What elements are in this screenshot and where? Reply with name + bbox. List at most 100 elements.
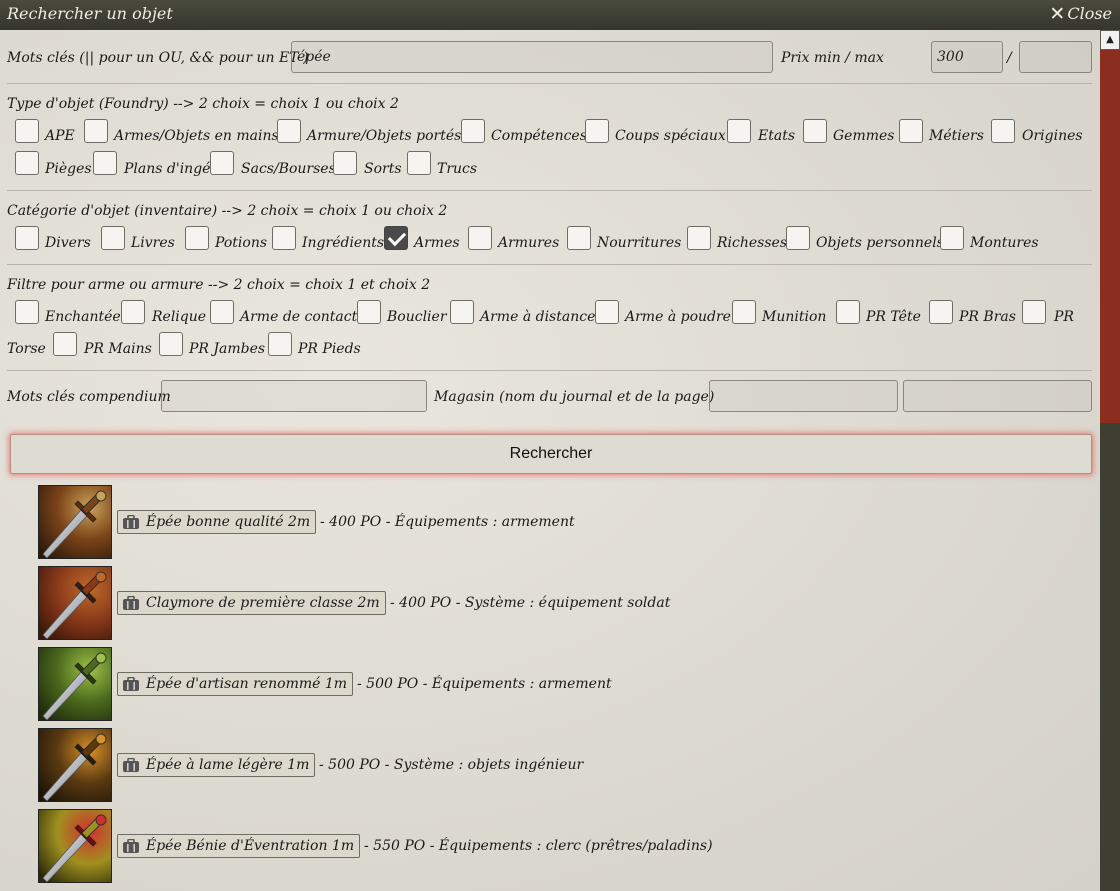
item-details: - 400 PO - Équipements : armement	[320, 514, 575, 530]
item-link[interactable]: Épée Bénie d'Éventration 1m	[117, 834, 361, 858]
type-option-label: Etats	[758, 128, 796, 144]
filter-checkbox-relique[interactable]	[121, 300, 145, 324]
filter-checkbox-arme-distance[interactable]	[450, 300, 474, 324]
item-name[interactable]: Épée bonne qualité 2m	[146, 514, 310, 530]
category-option-label: Ingrédients	[302, 235, 385, 251]
category-option-label: Montures	[970, 235, 1039, 251]
item-details: - 400 PO - Système : équipement soldat	[390, 595, 671, 611]
shop-journal-input[interactable]	[709, 380, 898, 412]
filter-checkbox-pr-jambes[interactable]	[159, 332, 183, 356]
type-checkbox-sorts[interactable]	[333, 151, 357, 175]
category-checkbox-richesses[interactable]	[687, 226, 711, 250]
search-button[interactable]: Rechercher	[10, 434, 1092, 474]
category-checkbox-montures[interactable]	[940, 226, 964, 250]
filter-checkbox-pr-pieds[interactable]	[268, 332, 292, 356]
scrollbar[interactable]: ▲	[1100, 30, 1120, 891]
filter-option-label: Arme à distance	[480, 309, 596, 325]
filter-checkbox-enchantee[interactable]	[15, 300, 39, 324]
type-checkbox-armes-objets[interactable]	[84, 119, 108, 143]
price-max-input[interactable]	[1019, 41, 1092, 73]
category-checkbox-armes[interactable]	[384, 226, 408, 250]
item-thumbnail[interactable]	[38, 809, 112, 883]
filter-checkbox-pr-tete[interactable]	[836, 300, 860, 324]
sword-icon	[39, 810, 111, 882]
sword-icon	[39, 567, 111, 639]
item-link[interactable]: Épée à lame légère 1m	[117, 753, 316, 777]
type-checkbox-pieges[interactable]	[15, 151, 39, 175]
shop-label: Magasin (nom du journal et de la page)	[434, 389, 715, 405]
filter-checkbox-pr-torse[interactable]	[1022, 300, 1046, 324]
filter-option-label: PR Mains	[84, 341, 152, 357]
item-link[interactable]: Claymore de première classe 2m	[117, 591, 386, 615]
type-checkbox-etats[interactable]	[727, 119, 751, 143]
type-checkbox-gemmes[interactable]	[803, 119, 827, 143]
item-name[interactable]: Épée Bénie d'Éventration 1m	[146, 838, 354, 854]
item-details: - 550 PO - Équipements : clerc (prêtres/…	[364, 838, 713, 854]
shop-page-input[interactable]	[903, 380, 1092, 412]
filter-option-label-pr-torse-part2: Torse	[7, 341, 46, 357]
item-link[interactable]: Épée bonne qualité 2m	[117, 510, 317, 534]
price-separator: /	[1007, 50, 1012, 66]
bag-icon	[122, 676, 140, 691]
category-option-label: Potions	[215, 235, 268, 251]
keywords-input[interactable]	[291, 41, 773, 73]
type-option-label: Armure/Objets portés	[307, 128, 462, 144]
category-checkbox-armures[interactable]	[468, 226, 492, 250]
scroll-up-icon[interactable]: ▲	[1101, 31, 1119, 49]
type-checkbox-competences[interactable]	[461, 119, 485, 143]
close-button[interactable]: ✕ Close	[1049, 4, 1112, 23]
close-label[interactable]: Close	[1067, 4, 1112, 23]
category-checkbox-objets-personnels[interactable]	[786, 226, 810, 250]
filter-checkbox-munition[interactable]	[732, 300, 756, 324]
bag-icon	[122, 514, 140, 529]
price-min-input[interactable]	[931, 41, 1003, 73]
type-option-label: Trucs	[437, 161, 478, 177]
keywords-label: Mots clés (|| pour un OU, && pour un ET …	[7, 50, 309, 66]
filter-option-label: Munition	[762, 309, 827, 325]
category-checkbox-livres[interactable]	[101, 226, 125, 250]
compendium-input[interactable]	[161, 380, 427, 412]
type-checkbox-sacs[interactable]	[210, 151, 234, 175]
filter-option-label: Relique	[152, 309, 207, 325]
item-thumbnail[interactable]	[38, 566, 112, 640]
search-dialog-content: Mots clés (|| pour un OU, && pour un ET …	[0, 30, 1100, 891]
type-checkbox-ape[interactable]	[15, 119, 39, 143]
type-checkbox-metiers[interactable]	[899, 119, 923, 143]
item-thumbnail[interactable]	[38, 485, 112, 559]
category-checkbox-ingredients[interactable]	[272, 226, 296, 250]
filter-checkbox-bouclier[interactable]	[357, 300, 381, 324]
type-option-label: Compétences	[491, 128, 587, 144]
item-name[interactable]: Épée d'artisan renommé 1m	[146, 676, 347, 692]
filter-checkbox-arme-poudre[interactable]	[595, 300, 619, 324]
type-checkbox-coups-speciaux[interactable]	[585, 119, 609, 143]
filter-option-label: PR Tête	[866, 309, 921, 325]
type-checkbox-plans[interactable]	[93, 151, 117, 175]
item-thumbnail[interactable]	[38, 728, 112, 802]
divider	[7, 264, 1092, 265]
filter-checkbox-pr-bras[interactable]	[929, 300, 953, 324]
item-thumbnail[interactable]	[38, 647, 112, 721]
compendium-label: Mots clés compendium	[7, 389, 171, 405]
item-link[interactable]: Épée d'artisan renommé 1m	[117, 672, 354, 696]
type-checkbox-trucs[interactable]	[407, 151, 431, 175]
category-checkbox-divers[interactable]	[15, 226, 39, 250]
type-checkbox-origines[interactable]	[991, 119, 1015, 143]
filter-option-label-pr-torse-part1: PR	[1054, 309, 1074, 325]
filter-option-label: PR Pieds	[298, 341, 361, 357]
filter-checkbox-pr-mains[interactable]	[53, 332, 77, 356]
close-icon[interactable]: ✕	[1049, 4, 1065, 23]
scroll-thumb[interactable]	[1100, 50, 1120, 423]
category-checkbox-nourritures[interactable]	[567, 226, 591, 250]
filter-option-label: PR Jambes	[189, 341, 266, 357]
type-option-label: Plans d'ingé	[124, 161, 211, 177]
filter-checkbox-arme-contact[interactable]	[210, 300, 234, 324]
type-option-label: APE	[45, 128, 75, 144]
item-name[interactable]: Claymore de première classe 2m	[146, 595, 380, 611]
type-option-label: Gemmes	[833, 128, 895, 144]
item-details: - 500 PO - Système : objets ingénieur	[319, 757, 584, 773]
type-checkbox-armure[interactable]	[277, 119, 301, 143]
category-option-label: Richesses	[717, 235, 787, 251]
category-checkbox-potions[interactable]	[185, 226, 209, 250]
item-name[interactable]: Épée à lame légère 1m	[146, 757, 309, 773]
filter-option-label: Arme à poudre	[625, 309, 731, 325]
